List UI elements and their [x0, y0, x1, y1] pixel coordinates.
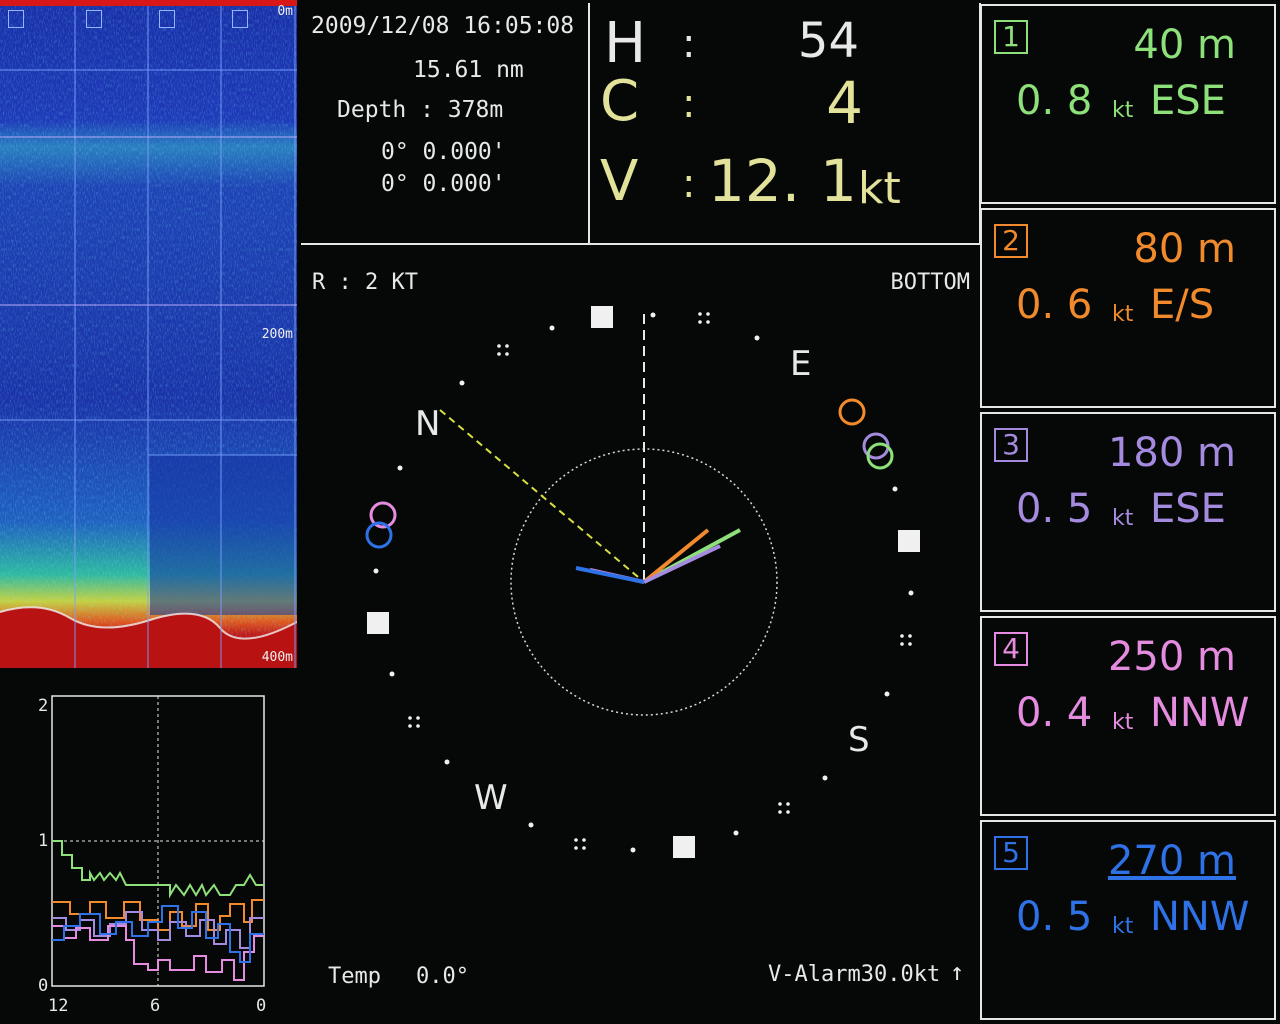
history-x-label-mid: 6: [150, 996, 161, 1016]
datetime-readout: 2009/12/08 16:05:08: [311, 13, 575, 39]
echo-marker-icon[interactable]: [86, 10, 102, 28]
echo-marker-icon[interactable]: [232, 10, 248, 28]
compass-west-label: W: [474, 778, 508, 818]
speed-value-dec: 1: [820, 147, 857, 215]
velocity-alarm-label: V-Alarm30.0kt: [768, 962, 941, 987]
layer-depth: 250 m: [1107, 634, 1236, 680]
compass-rose: [365, 306, 920, 858]
layer-direction: E/S: [1150, 282, 1215, 328]
history-chart: [51, 695, 265, 987]
compass-south-label: S: [848, 720, 870, 760]
layer-speed: 0. 8: [1016, 78, 1093, 124]
layer-2-marker: [838, 398, 866, 426]
echo-marker-icon[interactable]: [8, 10, 24, 28]
layer-panel-2[interactable]: 2 80 m 0. 6 kt E/S: [980, 208, 1276, 408]
layer-speed-unit: kt: [1112, 710, 1134, 735]
compass-north-label: N: [415, 404, 441, 444]
layer-panel-5[interactable]: 5 270 m 0. 5 kt NNW: [980, 820, 1276, 1020]
course-label: C: [600, 69, 640, 134]
layer-number-badge: 3: [994, 428, 1028, 462]
heading-colon: :: [682, 21, 696, 67]
layer-panel-4[interactable]: 4 250 m 0. 4 kt NNW: [980, 616, 1276, 816]
layer-number-badge: 5: [994, 836, 1028, 870]
heading-course-speed-panel: H : 54 C : 4 V : 12. 1 kt: [590, 3, 981, 245]
distance-readout: 15.61 nm: [413, 57, 524, 83]
depth-label-bottom: 400m: [261, 650, 293, 665]
layer-number-badge: 2: [994, 224, 1028, 258]
layer-depth: 80 m: [1133, 226, 1236, 272]
latitude-readout: 0° 0.000': [381, 139, 506, 165]
layer-speed: 0. 4: [1016, 690, 1093, 736]
course-value: 4: [826, 69, 863, 137]
alarm-arrow-icon: ↑: [950, 958, 965, 986]
layer-speed: 0. 5: [1016, 486, 1093, 532]
layer-speed-unit: kt: [1112, 302, 1134, 327]
layer-panel-3[interactable]: 3 180 m 0. 5 kt ESE: [980, 412, 1276, 612]
compass-east-label: E: [790, 344, 812, 384]
speed-history-graph[interactable]: 2 1 0 12 6 0: [30, 690, 280, 1020]
speed-label: V: [600, 149, 639, 214]
course-line: [439, 409, 645, 583]
info-panel: 2009/12/08 16:05:08 15.61 nm Depth : 378…: [301, 3, 590, 245]
course-colon: :: [682, 81, 696, 127]
current-vector-display[interactable]: R : 2 KT BOTTOM N E S W Temp 0.0° V-Alar…: [300, 248, 978, 1024]
layer-direction: NNW: [1150, 690, 1250, 736]
longitude-readout: 0° 0.000': [381, 171, 506, 197]
history-y-label-mid: 1: [38, 831, 49, 851]
heading-value: 54: [797, 13, 859, 69]
layer-speed: 0. 5: [1016, 894, 1093, 940]
layer-speed-unit: kt: [1112, 914, 1134, 939]
layer-direction: NNW: [1150, 894, 1250, 940]
speed-value-int: 12.: [708, 147, 801, 215]
vector-layer-5: [575, 566, 645, 584]
layer-depth: 180 m: [1107, 430, 1236, 476]
temp-label: Temp: [328, 964, 381, 989]
history-x-label-left: 12: [48, 996, 69, 1016]
layer-direction: ESE: [1150, 78, 1226, 124]
speed-colon: :: [682, 161, 696, 207]
history-y-label-min: 0: [38, 976, 49, 996]
speed-unit: kt: [858, 163, 901, 214]
layer-depth: 40 m: [1133, 22, 1236, 68]
layer-panel-1[interactable]: 1 40 m 0. 8 kt ESE: [980, 4, 1276, 204]
layer-number-badge: 1: [994, 20, 1028, 54]
layer-speed-unit: kt: [1112, 98, 1134, 123]
echo-marker-icon[interactable]: [159, 10, 175, 28]
history-x-label-right: 0: [256, 996, 267, 1016]
depth-readout: Depth : 378m: [337, 97, 504, 123]
echogram-image: [0, 0, 297, 668]
layer-depth: 270 m: [1107, 838, 1236, 884]
heading-label: H: [604, 11, 647, 76]
depth-label-top: 0m: [277, 4, 293, 19]
layer-speed: 0. 6: [1016, 282, 1093, 328]
layer-number-badge: 4: [994, 632, 1028, 666]
temp-value: 0.0°: [416, 964, 469, 989]
depth-label-mid: 200m: [261, 327, 293, 342]
layer-direction: ESE: [1150, 486, 1226, 532]
history-y-label-max: 2: [38, 696, 49, 716]
layer-speed-unit: kt: [1112, 506, 1134, 531]
echogram-display[interactable]: 0m 200m 400m: [0, 0, 297, 668]
